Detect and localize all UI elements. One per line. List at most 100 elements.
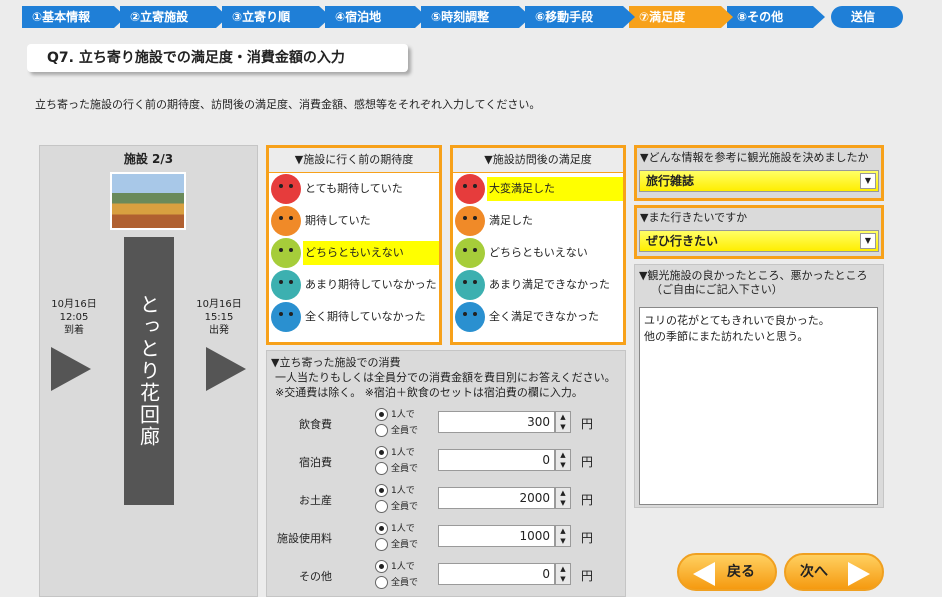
page-title: Q7. 立ち寄り施設での満足度・消費金額の入力 <box>27 44 408 72</box>
comment-question-line1: ▼観光施設の良かったところ、悪かったところ <box>639 269 868 282</box>
expense-row-facility-fee: 施設使用料 1人で 全員で 1000 ▲ ▼ 円 <box>267 521 627 557</box>
amount-input[interactable]: 0 <box>438 449 555 471</box>
comment-textarea[interactable]: ユリの花がとてもきれいで良かった。 他の季節にまた訪れたいと思う。 <box>639 307 878 505</box>
neutral-face-icon <box>271 238 301 268</box>
intro-text: 立ち寄った施設の行く前の期待度、訪問後の満足度、消費金額、感想等をそれぞれ入力し… <box>35 98 541 111</box>
yen-unit: 円 <box>581 455 594 469</box>
satisfaction-option[interactable]: 全く満足できなかった <box>453 301 623 333</box>
satisfaction-option[interactable]: 満足した <box>453 205 623 237</box>
amount-input[interactable]: 300 <box>438 411 555 433</box>
unhappy-face-icon <box>455 270 485 300</box>
expense-row-food: 飲食費 1人で 全員で 300 ▲ ▼ 円 <box>267 407 627 443</box>
amount-stepper[interactable]: ▲ ▼ <box>555 525 571 547</box>
arrow-left-icon <box>693 562 715 586</box>
expectation-option[interactable]: どちらともいえない <box>269 237 439 269</box>
very-unhappy-face-icon <box>271 302 301 332</box>
satisfaction-option[interactable]: どちらともいえない <box>453 237 623 269</box>
info-source-select[interactable]: 旅行雑誌 ▼ <box>639 170 879 192</box>
expectation-option[interactable]: 期待していた <box>269 205 439 237</box>
all-people-radio[interactable]: 全員で <box>375 423 435 437</box>
expectation-option[interactable]: 全く期待していなかった <box>269 301 439 333</box>
expectation-panel: ▼施設に行く前の期待度 とても期待していた 期待していた どちらともいえない あ… <box>266 145 442 345</box>
yen-unit: 円 <box>581 417 594 431</box>
option-label: 満足した <box>489 214 533 227</box>
expectation-option[interactable]: あまり期待していなかった <box>269 269 439 301</box>
comment-panel: ▼観光施設の良かったところ、悪かったところ （ご自由にご記入下さい） ユリの花が… <box>634 264 884 508</box>
option-label: あまり満足できなかった <box>489 278 610 291</box>
amount-input[interactable]: 1000 <box>438 525 555 547</box>
expense-subtitle: 一人当たりもしくは全員分での消費金額を費目別にお答えください。 <box>275 371 616 384</box>
expense-panel: ▼立ち寄った施設での消費 一人当たりもしくは全員分での消費金額を費目別にお答えく… <box>266 350 626 597</box>
step-submit[interactable]: 送信 <box>831 6 903 28</box>
option-label: どちらともいえない <box>303 241 439 265</box>
amount-input[interactable]: 2000 <box>438 487 555 509</box>
happy-face-icon <box>455 206 485 236</box>
yen-unit: 円 <box>581 493 594 507</box>
comment-question: ▼観光施設の良かったところ、悪かったところ （ご自由にご記入下さい） <box>635 265 883 297</box>
very-happy-face-icon <box>271 174 301 204</box>
step-facilities[interactable]: ②立寄施設 <box>120 6 228 28</box>
step-satisfaction[interactable]: ⑦満足度 <box>629 6 733 28</box>
all-people-radio[interactable]: 全員で <box>375 499 435 513</box>
chevron-down-icon[interactable]: ▼ <box>860 233 876 249</box>
arrive-label: 到着 <box>64 325 84 336</box>
amount-stepper[interactable]: ▲ ▼ <box>555 411 571 433</box>
satisfaction-header: ▼施設訪問後の満足度 <box>453 148 623 173</box>
facility-photo <box>110 172 186 230</box>
facility-panel: 施設 2/3 とっとり花回廊 10月16日 12:05 到着 10月16日 15… <box>39 145 258 597</box>
arrive-date: 10月16日 <box>51 299 97 310</box>
depart-date: 10月16日 <box>196 299 242 310</box>
step-other[interactable]: ⑧その他 <box>727 6 825 28</box>
step-time[interactable]: ⑤時刻調整 <box>421 6 531 28</box>
per-person-radio[interactable]: 1人で <box>375 445 435 459</box>
unhappy-face-icon <box>271 270 301 300</box>
next-label: 次へ <box>800 564 828 580</box>
amount-input[interactable]: 0 <box>438 563 555 585</box>
satisfaction-option[interactable]: あまり満足できなかった <box>453 269 623 301</box>
satisfaction-panel: ▼施設訪問後の満足度 大変満足した 満足した どちらともいえない あまり満足でき… <box>450 145 626 345</box>
arrive-info: 10月16日 12:05 到着 <box>44 298 104 337</box>
progress-steps: ①基本情報 ②立寄施設 ③立寄り順 ④宿泊地 ⑤時刻調整 ⑥移動手段 ⑦満足度 … <box>22 6 922 28</box>
option-label: とても期待していた <box>305 182 403 195</box>
all-people-radio[interactable]: 全員で <box>375 575 435 589</box>
arrive-arrow-icon <box>51 347 91 391</box>
amount-stepper[interactable]: ▲ ▼ <box>555 487 571 509</box>
per-person-radio[interactable]: 1人で <box>375 521 435 535</box>
expense-label: 飲食費 <box>299 418 332 431</box>
amount-stepper[interactable]: ▲ ▼ <box>555 563 571 585</box>
depart-time: 15:15 <box>204 312 234 323</box>
revisit-select[interactable]: ぜひ行きたい ▼ <box>639 230 879 252</box>
expense-instructions: ▼立ち寄った施設での消費 一人当たりもしくは全員分での消費金額を費目別にお答えく… <box>271 355 616 400</box>
happy-face-icon <box>271 206 301 236</box>
amount-stepper[interactable]: ▲ ▼ <box>555 449 571 471</box>
arrive-time: 12:05 <box>59 312 89 323</box>
revisit-question: ▼また行きたいですか <box>640 211 748 224</box>
expense-row-other: その他 1人で 全員で 0 ▲ ▼ 円 <box>267 559 627 595</box>
depart-label: 出発 <box>209 325 229 336</box>
back-label: 戻る <box>727 564 755 580</box>
chevron-down-icon[interactable]: ▼ <box>860 173 876 189</box>
satisfaction-option[interactable]: 大変満足した <box>453 173 623 205</box>
per-person-radio[interactable]: 1人で <box>375 483 435 497</box>
expense-title: ▼立ち寄った施設での消費 <box>271 356 401 369</box>
expense-label: その他 <box>299 570 332 583</box>
info-source-panel: ▼どんな情報を参考に観光施設を決めましたか 旅行雑誌 ▼ <box>634 145 884 201</box>
next-button[interactable]: 次へ <box>784 553 884 591</box>
step-transport[interactable]: ⑥移動手段 <box>525 6 635 28</box>
per-person-radio[interactable]: 1人で <box>375 407 435 421</box>
step-order[interactable]: ③立寄り順 <box>222 6 331 28</box>
step-basic-info[interactable]: ①基本情報 <box>22 6 126 28</box>
all-people-radio[interactable]: 全員で <box>375 537 435 551</box>
info-source-value: 旅行雑誌 <box>646 174 695 188</box>
step-lodging[interactable]: ④宿泊地 <box>325 6 427 28</box>
all-people-radio[interactable]: 全員で <box>375 461 435 475</box>
back-button[interactable]: 戻る <box>677 553 777 591</box>
neutral-face-icon <box>455 238 485 268</box>
comment-question-line2: （ご自由にご記入下さい） <box>651 283 783 296</box>
expectation-option[interactable]: とても期待していた <box>269 173 439 205</box>
very-happy-face-icon <box>455 174 485 204</box>
expense-label: 施設使用料 <box>277 532 332 545</box>
per-person-radio[interactable]: 1人で <box>375 559 435 573</box>
option-label: 大変満足した <box>487 177 623 201</box>
option-label: どちらともいえない <box>489 246 588 259</box>
